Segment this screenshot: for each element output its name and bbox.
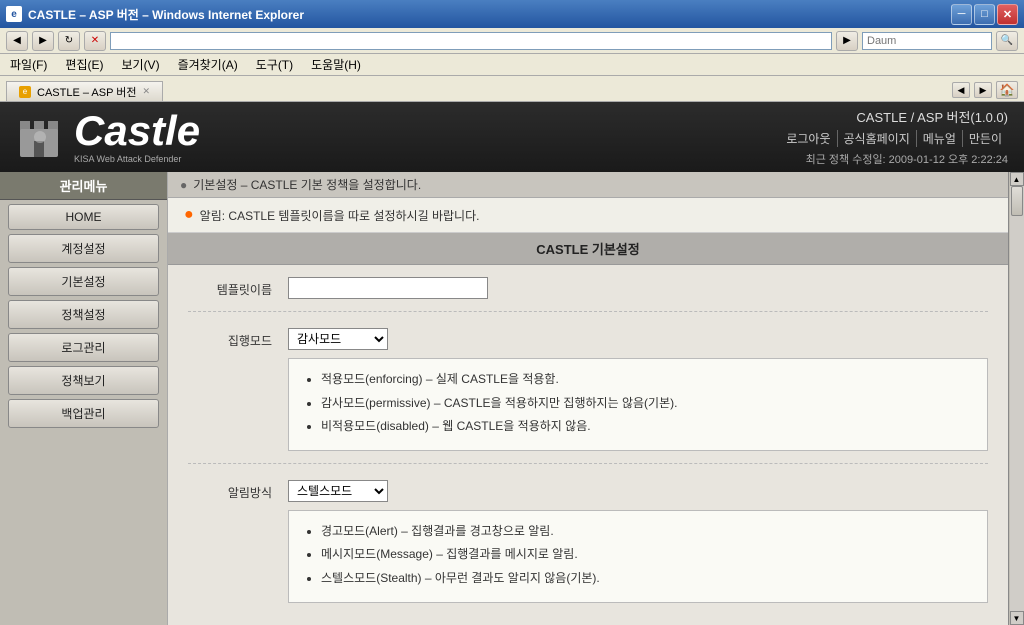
alert-select[interactable]: 스텔스모드 경고모드 메시지모드	[288, 480, 388, 502]
nav-official[interactable]: 공식홈페이지	[838, 130, 917, 147]
alert-control: 스텔스모드 경고모드 메시지모드 경고모드(Alert) – 집행결과를 경고창…	[288, 480, 988, 603]
tab-bar: e CASTLE – ASP 버전 ✕ ◀ ▶ 🏠	[0, 76, 1024, 102]
minimize-button[interactable]: ─	[951, 4, 972, 25]
menu-bar: 파일(F) 편집(E) 보기(V) 즐겨찾기(A) 도구(T) 도움말(H)	[0, 54, 1024, 76]
go-button[interactable]: ▶	[836, 31, 858, 51]
sidebar-item-log[interactable]: 로그관리	[8, 333, 159, 362]
menu-view[interactable]: 보기(V)	[117, 55, 163, 74]
close-button[interactable]: ✕	[997, 4, 1018, 25]
tab-close-icon[interactable]: ✕	[143, 86, 151, 97]
sidebar-item-home[interactable]: HOME	[8, 204, 159, 230]
forward-button[interactable]: ▶	[32, 31, 54, 51]
main-panel: ● 기본설정 – CASTLE 기본 정책을 설정합니다. ● 알림: CAST…	[168, 172, 1008, 625]
content-area: 관리메뉴 HOME 계정설정 기본설정 정책설정 로그관리 정책보기 백업관리 …	[0, 172, 1024, 625]
castle-logo: Castle KISA Web Attack Defender	[16, 110, 200, 164]
alert-info-0: 경고모드(Alert) – 집행결과를 경고창으로 알림.	[321, 521, 971, 543]
search-go-button[interactable]: 🔍	[996, 31, 1018, 51]
home-button[interactable]: 🏠	[996, 81, 1018, 99]
tab-right-controls: ◀ ▶ 🏠	[952, 81, 1018, 101]
maximize-button[interactable]: □	[974, 4, 995, 25]
right-scrollbar: ▲ ▼	[1008, 172, 1024, 625]
address-bar: ◀ ▶ ↻ ✕ http://test.com/castleasp/castle…	[0, 28, 1024, 54]
stop-button[interactable]: ✕	[84, 31, 106, 51]
back-button[interactable]: ◀	[6, 31, 28, 51]
tab-label: CASTLE – ASP 버전	[37, 84, 137, 100]
execution-info-box: 적용모드(enforcing) – 실제 CASTLE을 적용함. 감사모드(p…	[288, 358, 988, 451]
window-controls: ─ □ ✕	[951, 4, 1018, 25]
sidebar-item-basic[interactable]: 기본설정	[8, 267, 159, 296]
refresh-button[interactable]: ↻	[58, 31, 80, 51]
window-title-left: e CASTLE – ASP 버전 – Windows Internet Exp…	[6, 6, 304, 23]
menu-tools[interactable]: 도구(T)	[252, 55, 297, 74]
section-title: CASTLE 기본설정	[168, 233, 1008, 265]
menu-help[interactable]: 도움말(H)	[307, 55, 365, 74]
sidebar-item-backup[interactable]: 백업관리	[8, 399, 159, 428]
menu-edit[interactable]: 편집(E)	[61, 55, 107, 74]
alert-info-2: 스텔스모드(Stealth) – 아무런 결과도 알리지 않음(기본).	[321, 568, 971, 590]
breadcrumb-text: 기본설정 – CASTLE 기본 정책을 설정합니다.	[193, 176, 421, 193]
window-titlebar: e CASTLE – ASP 버전 – Windows Internet Exp…	[0, 0, 1024, 28]
template-label: 템플릿이름	[188, 277, 288, 298]
sidebar-item-account[interactable]: 계정설정	[8, 234, 159, 263]
tab-icon: e	[19, 86, 31, 98]
execution-info-2: 비적용모드(disabled) – 웹 CASTLE을 적용하지 않음.	[321, 416, 971, 438]
alert-box: ● 알림: CASTLE 템플릿이름을 따로 설정하시길 바랍니다.	[168, 198, 1008, 233]
castle-date: 최근 정책 수정일: 2009-01-12 오후 2:22:24	[780, 151, 1008, 167]
castle-header-right: CASTLE / ASP 버전(1.0.0) 로그아웃 공식홈페이지 메뉴얼 만…	[780, 107, 1008, 167]
castle-version: CASTLE / ASP 버전(1.0.0)	[780, 107, 1008, 126]
alert-icon: ●	[184, 206, 194, 224]
template-input[interactable]: CASTLE – ASP 버전	[288, 277, 488, 299]
alert-info-1: 메시지모드(Message) – 집행결과를 메시지로 알림.	[321, 544, 971, 566]
castle-logo-subtitle: KISA Web Attack Defender	[74, 154, 200, 164]
execution-select[interactable]: 감사모드 적용모드 비적용모드	[288, 328, 388, 350]
scroll-up-button[interactable]: ▲	[1010, 172, 1024, 186]
alert-method-label: 알림방식	[188, 480, 288, 501]
menu-file[interactable]: 파일(F)	[6, 55, 51, 74]
window-title: CASTLE – ASP 버전 – Windows Internet Explo…	[28, 6, 304, 23]
execution-info-1: 감사모드(permissive) – CASTLE을 적용하지만 집행하지는 않…	[321, 393, 971, 415]
tab-left-button[interactable]: ◀	[952, 82, 970, 98]
template-control: CASTLE – ASP 버전	[288, 277, 988, 299]
template-row: 템플릿이름 CASTLE – ASP 버전	[188, 277, 988, 312]
form-area: 템플릿이름 CASTLE – ASP 버전 집행모드 감사모드 적용모드 비적용…	[168, 265, 1008, 625]
execution-info-0: 적용모드(enforcing) – 실제 CASTLE을 적용함.	[321, 369, 971, 391]
breadcrumb-arrow-icon: ●	[180, 178, 187, 192]
nav-logout[interactable]: 로그아웃	[780, 130, 837, 147]
execution-row: 집행모드 감사모드 적용모드 비적용모드 적용모드(enforcing) – 실…	[188, 328, 988, 464]
execution-label: 집행모드	[188, 328, 288, 349]
castle-logo-text: Castle	[74, 110, 200, 152]
sidebar-item-policy[interactable]: 정책설정	[8, 300, 159, 329]
castle-nav: 로그아웃 공식홈페이지 메뉴얼 만든이	[780, 130, 1008, 147]
castle-header: Castle KISA Web Attack Defender CASTLE /…	[0, 102, 1024, 172]
search-input[interactable]	[862, 32, 992, 50]
tab-castle[interactable]: e CASTLE – ASP 버전 ✕	[6, 81, 163, 101]
castle-logo-text-group: Castle KISA Web Attack Defender	[74, 110, 200, 164]
main-content: Castle KISA Web Attack Defender CASTLE /…	[0, 102, 1024, 625]
sidebar-header: 관리메뉴	[0, 172, 167, 200]
menu-favorites[interactable]: 즐겨찾기(A)	[174, 55, 242, 74]
tab-right-button[interactable]: ▶	[974, 82, 992, 98]
nav-manual[interactable]: 메뉴얼	[917, 130, 963, 147]
sidebar-item-policyview[interactable]: 정책보기	[8, 366, 159, 395]
breadcrumb: ● 기본설정 – CASTLE 기본 정책을 설정합니다.	[168, 172, 1008, 198]
nav-about[interactable]: 만든이	[963, 130, 1008, 147]
execution-control: 감사모드 적용모드 비적용모드 적용모드(enforcing) – 실제 CAS…	[288, 328, 988, 451]
scroll-thumb[interactable]	[1011, 186, 1023, 216]
sidebar: 관리메뉴 HOME 계정설정 기본설정 정책설정 로그관리 정책보기 백업관리	[0, 172, 168, 625]
alert-row: 알림방식 스텔스모드 경고모드 메시지모드 경고모드(Alert) – 집행결과…	[188, 480, 988, 615]
scroll-down-button[interactable]: ▼	[1010, 611, 1024, 625]
address-input[interactable]: http://test.com/castleasp/castle_admin_c…	[110, 32, 832, 50]
alert-text: 알림: CASTLE 템플릿이름을 따로 설정하시길 바랍니다.	[200, 207, 480, 224]
alert-info-box: 경고모드(Alert) – 집행결과를 경고창으로 알림. 메시지모드(Mess…	[288, 510, 988, 603]
scroll-track	[1010, 186, 1024, 611]
ie-icon: e	[6, 6, 22, 22]
castle-shield-icon	[16, 113, 64, 161]
